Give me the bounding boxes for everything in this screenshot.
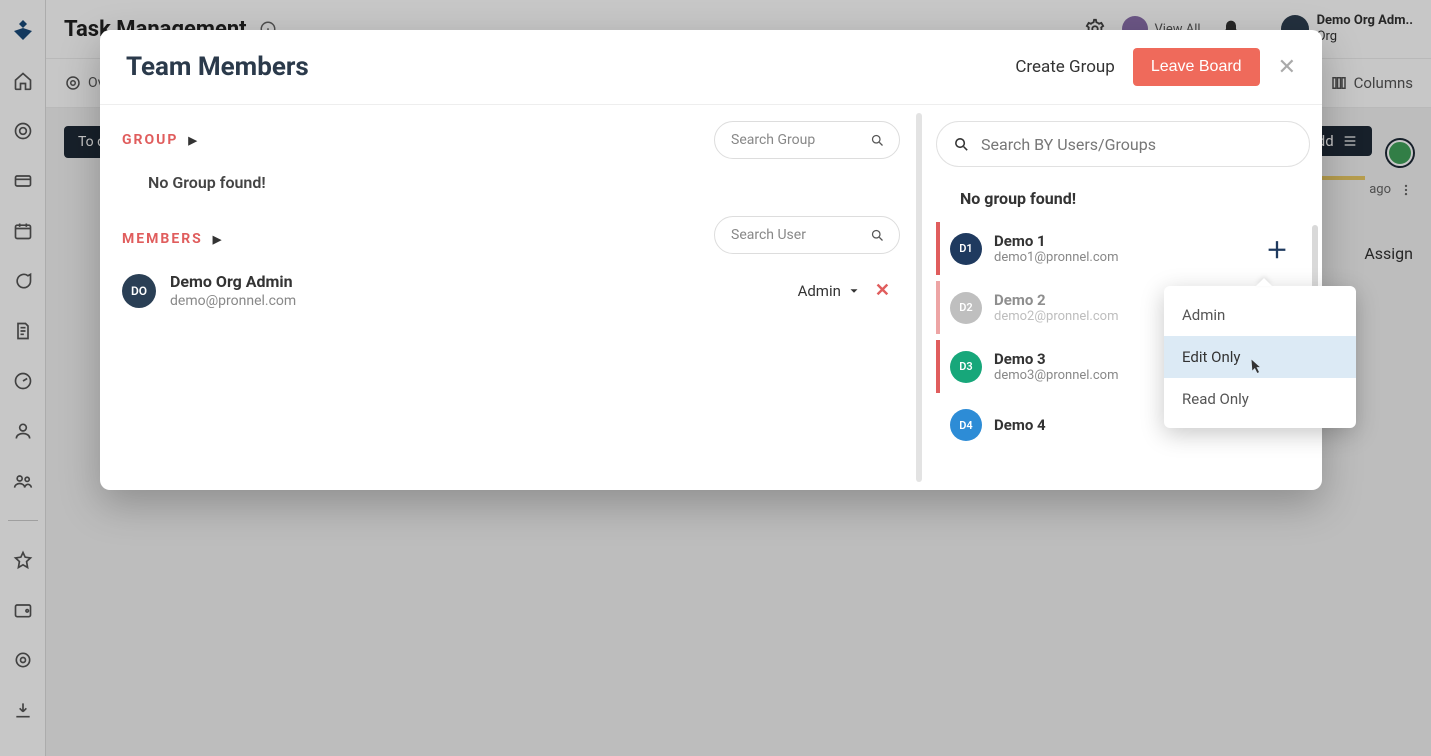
role-option-read-only[interactable]: Read Only xyxy=(1164,378,1356,420)
member-name: Demo Org Admin xyxy=(170,272,296,291)
search-icon xyxy=(870,133,885,148)
member-role-dropdown[interactable]: Admin xyxy=(798,282,861,300)
user-avatar: D2 xyxy=(950,292,982,324)
search-group-placeholder: Search Group xyxy=(731,132,815,148)
user-email: demo2@pronnel.com xyxy=(994,309,1118,324)
search-group-input[interactable]: Search Group xyxy=(714,121,900,159)
no-group-message: No Group found! xyxy=(148,173,900,192)
modal-title: Team Members xyxy=(126,52,309,82)
members-section-header[interactable]: MEMBERS ▶ xyxy=(122,231,223,247)
user-name: Demo 4 xyxy=(994,416,1046,434)
modal-left-pane: GROUP ▶ Search Group No Group found! MEM… xyxy=(100,105,922,490)
leave-board-button[interactable]: Leave Board xyxy=(1133,48,1260,86)
user-avatar: D4 xyxy=(950,409,982,441)
user-email: demo3@pronnel.com xyxy=(994,368,1118,383)
cursor-icon xyxy=(1244,358,1264,378)
chevron-down-icon xyxy=(847,284,861,298)
role-popover: Admin Edit Only Read Only xyxy=(1164,286,1356,428)
create-group-button[interactable]: Create Group xyxy=(1015,57,1115,77)
user-name: Demo 2 xyxy=(994,291,1118,309)
group-section-header[interactable]: GROUP ▶ xyxy=(122,132,199,148)
role-option-admin[interactable]: Admin xyxy=(1164,294,1356,336)
close-icon[interactable]: ✕ xyxy=(1278,55,1296,80)
search-user-input[interactable]: Search User xyxy=(714,216,900,254)
search-user-placeholder: Search User xyxy=(731,227,806,243)
search-icon xyxy=(953,136,970,153)
team-members-modal: Team Members Create Group Leave Board ✕ … xyxy=(100,30,1322,490)
user-name: Demo 3 xyxy=(994,350,1118,368)
member-avatar: DO xyxy=(122,274,156,308)
member-email: demo@pronnel.com xyxy=(170,293,296,309)
right-no-group-message: No group found! xyxy=(960,189,1310,208)
search-big-placeholder: Search BY Users/Groups xyxy=(981,135,1156,154)
modal-header: Team Members Create Group Leave Board ✕ xyxy=(100,30,1322,105)
chevron-right-icon: ▶ xyxy=(188,134,198,147)
search-icon xyxy=(870,228,885,243)
search-users-groups-input[interactable]: Search BY Users/Groups xyxy=(936,121,1310,167)
user-name: Demo 1 xyxy=(994,232,1118,250)
user-avatar: D1 xyxy=(950,233,982,265)
chevron-right-icon: ▶ xyxy=(213,233,223,246)
remove-member-icon[interactable]: ✕ xyxy=(875,280,890,301)
user-email: demo1@pronnel.com xyxy=(994,250,1118,265)
add-user-icon[interactable]: ＋ xyxy=(1266,233,1288,265)
member-row: DO Demo Org Admin demo@pronnel.com Admin… xyxy=(122,272,900,309)
user-avatar: D3 xyxy=(950,351,982,383)
user-row: D1 Demo 1 demo1@pronnel.com ＋ xyxy=(936,222,1294,275)
